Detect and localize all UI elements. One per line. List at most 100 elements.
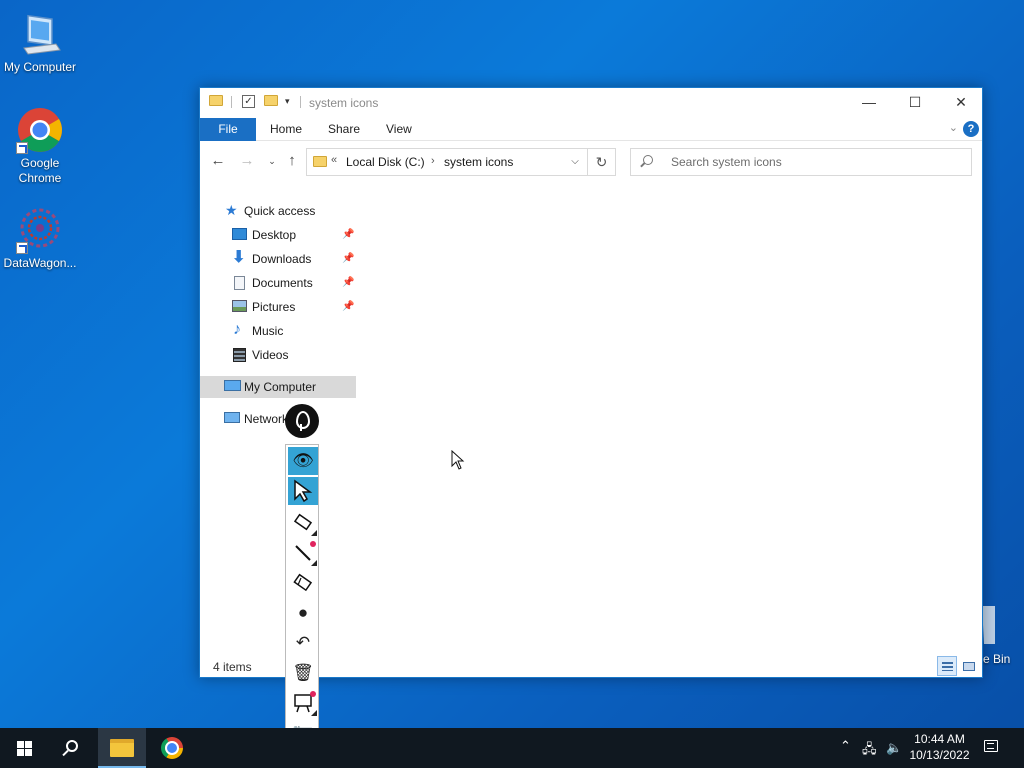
datawagon-icon (16, 206, 64, 254)
taskbar-search-button[interactable] (48, 728, 96, 768)
refresh-icon[interactable]: ↻ (588, 148, 616, 176)
sidebar-item-pictures[interactable]: Pictures 📌 (200, 296, 356, 318)
tab-view[interactable]: View (372, 118, 426, 141)
status-item-count: 4 items (213, 660, 252, 674)
address-dropdown-icon[interactable]: ⌵ (564, 150, 586, 174)
tab-file[interactable]: File (200, 118, 256, 141)
navigation-pane: ★ Quick access Desktop 📌 ⬇ Downloads 📌 D… (200, 200, 356, 430)
divider (231, 96, 232, 108)
sidebar-item-desktop[interactable]: Desktop 📌 (200, 224, 356, 246)
properties-checkbox-icon[interactable]: ✓ (242, 95, 255, 108)
pin-icon[interactable]: 📌 (342, 296, 354, 318)
chrome-icon (161, 737, 183, 759)
start-button[interactable] (0, 728, 48, 768)
desktop-icon-label: DataWagon... (3, 256, 77, 270)
recycle-bin-label: e Bin (983, 652, 1011, 666)
shortcut-arrow-icon (16, 142, 28, 154)
forward-arrow-icon[interactable]: → (238, 152, 256, 170)
back-arrow-icon[interactable]: ← (209, 152, 227, 170)
folder-icon (209, 95, 223, 106)
options-triangle-icon (311, 530, 317, 536)
clock-time: 10:44 AM (914, 732, 965, 746)
taskbar-chrome[interactable] (148, 728, 196, 768)
pin-icon[interactable]: 📌 (342, 224, 354, 246)
sidebar-item-label: Documents (252, 276, 313, 290)
notification-center-icon[interactable] (984, 740, 998, 752)
search-icon (643, 155, 653, 165)
tab-share[interactable]: Share (314, 118, 374, 141)
desktop-icon-label: Google Chrome (18, 156, 62, 185)
star-icon: ★ (225, 202, 238, 218)
details-view-button[interactable] (937, 656, 957, 676)
sidebar-item-label: Music (252, 324, 284, 338)
eye-tool-icon[interactable]: 👁 (288, 447, 318, 475)
sidebar-item-label: Desktop (252, 228, 297, 242)
volume-icon[interactable]: 🔈 (886, 740, 902, 756)
desktop-icon-label: My Computer (3, 60, 77, 74)
breadcrumb-system-icons[interactable]: system icons (444, 155, 513, 169)
sidebar-item-music[interactable]: ♪ Music (200, 320, 356, 342)
sidebar-item-label: Quick access (244, 204, 316, 218)
sidebar-item-videos[interactable]: Videos (200, 344, 356, 366)
details-view-icon (942, 662, 953, 671)
tab-home[interactable]: Home (256, 118, 316, 141)
sidebar-item-my-computer[interactable]: My Computer (200, 376, 356, 398)
pen-nib-icon[interactable] (285, 404, 319, 438)
close-button[interactable]: ✕ (938, 88, 984, 118)
minimize-button[interactable]: — (846, 88, 892, 118)
sidebar-item-label: Videos (252, 348, 289, 362)
search-icon (66, 740, 78, 752)
line-tool-icon[interactable] (288, 539, 318, 567)
sidebar-item-label: Pictures (252, 300, 296, 314)
chrome-icon (16, 106, 64, 154)
taskbar-file-explorer[interactable] (98, 728, 146, 768)
dot-tool-icon[interactable]: ● (288, 599, 318, 627)
breadcrumb-local-disk[interactable]: Local Disk (C:) (346, 155, 425, 169)
sidebar-item-quick-access[interactable]: ★ Quick access (200, 200, 356, 222)
search-input[interactable] (671, 154, 961, 170)
computer-icon (16, 10, 64, 58)
customize-toolbar-dropdown-icon[interactable]: ▾ (285, 96, 290, 107)
show-hidden-icons-chevron[interactable]: ⌃ (840, 738, 851, 754)
windows-logo-icon (17, 741, 32, 756)
color-dot-icon (310, 691, 316, 697)
eraser-tool-icon[interactable] (288, 569, 318, 597)
folder-icon (110, 739, 134, 757)
recent-locations-chevron-icon[interactable]: ⌄ (263, 152, 281, 170)
sidebar-item-downloads[interactable]: ⬇ Downloads 📌 (200, 248, 356, 270)
pin-icon[interactable]: 📌 (342, 272, 354, 294)
pin-icon[interactable]: 📌 (342, 248, 354, 270)
shortcut-arrow-icon (16, 242, 28, 254)
annotation-toolbar: 👁 ● ↶ 🗑 📷 📋 (285, 444, 319, 768)
maximize-button[interactable]: ☐ (892, 88, 938, 118)
desktop-icon-datawagon[interactable]: DataWagon... (0, 206, 80, 271)
color-dot-icon (310, 541, 316, 547)
title-bar[interactable]: ✓ ▾ system icons — ☐ ✕ (200, 88, 982, 118)
large-icons-view-button[interactable] (958, 656, 978, 676)
music-note-icon: ♪ (233, 321, 241, 338)
help-icon[interactable]: ? (963, 121, 979, 137)
highlighter-tool-icon[interactable] (288, 509, 318, 537)
options-triangle-icon (311, 560, 317, 566)
new-folder-icon[interactable] (264, 95, 278, 106)
address-overflow-chevron[interactable]: « (331, 154, 337, 166)
address-bar[interactable]: « Local Disk (C:) › system icons ⌵ (306, 148, 588, 176)
network-status-icon[interactable]: 🖧 (862, 740, 877, 762)
sidebar-item-network[interactable]: Network (200, 408, 356, 430)
desktop-icon-my-computer[interactable]: My Computer (0, 10, 80, 75)
taskbar: ⌃ 🖧 🔈 10:44 AM 10/13/2022 (0, 728, 1024, 768)
navigation-bar: ← → ⌄ ↑ « Local Disk (C:) › system icons… (200, 146, 982, 178)
search-box[interactable] (630, 148, 972, 176)
chevron-down-icon[interactable]: ⌄ (949, 121, 958, 134)
desktop-icon-google-chrome[interactable]: Google Chrome (0, 106, 80, 186)
ribbon-tabs: File Home Share View ⌄ ? (200, 118, 982, 141)
undo-icon[interactable]: ↶ (288, 629, 318, 657)
sidebar-item-documents[interactable]: Documents 📌 (200, 272, 356, 294)
whiteboard-icon[interactable] (288, 689, 318, 717)
up-arrow-icon[interactable]: ↑ (283, 152, 301, 170)
desktop-folder-icon (232, 228, 247, 240)
large-icons-view-icon (963, 662, 975, 671)
pointer-tool-icon[interactable] (288, 477, 318, 505)
system-clock[interactable]: 10:44 AM 10/13/2022 (902, 731, 977, 763)
trash-icon[interactable]: 🗑 (288, 659, 318, 687)
